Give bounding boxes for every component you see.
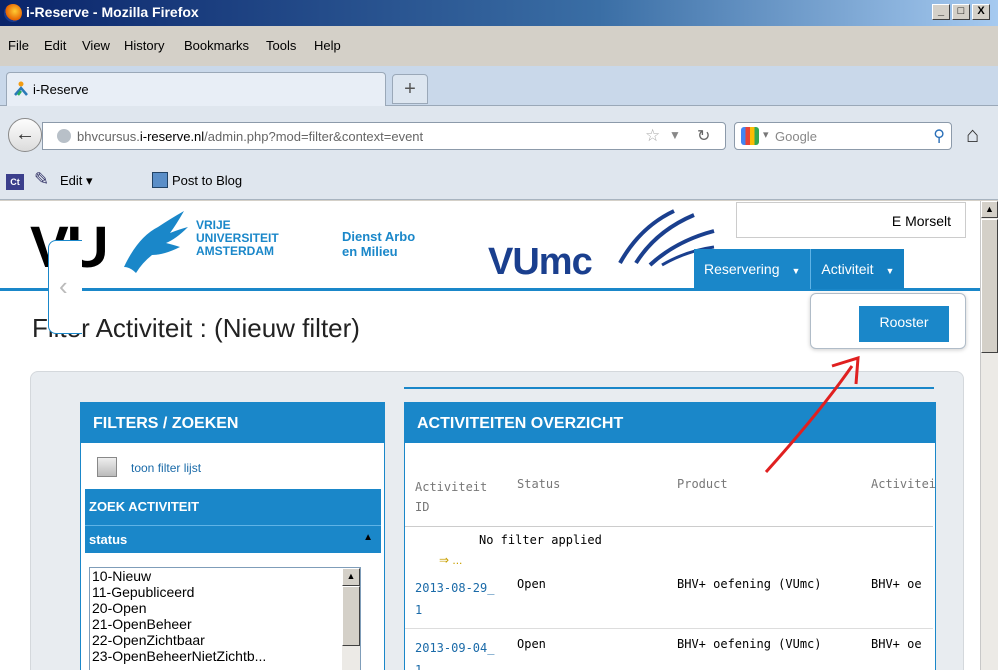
table-row[interactable]: 2013-08-29_ 1 Open BHV+ oefening (VUmc) … (405, 569, 933, 629)
status-label: status (89, 532, 128, 547)
status-listbox[interactable]: 10-Nieuw 11-Gepubliceerd 20-Open 21-Open… (89, 567, 361, 670)
row-product: BHV+ oefening (VUmc) (677, 637, 822, 651)
tab-i-reserve[interactable]: i-Reserve (6, 72, 386, 106)
window-titlebar: i-Reserve - Mozilla Firefox _ □ X (0, 0, 998, 26)
column-status[interactable]: Status (517, 477, 560, 491)
nav-activiteit[interactable]: Activiteit ▼ (810, 249, 905, 289)
sidebar-toggle[interactable]: ‹ (48, 240, 82, 334)
list-item[interactable]: 10-Nieuw (90, 568, 360, 584)
scroll-thumb[interactable] (342, 586, 360, 646)
post-to-blog-button[interactable]: Post to Blog (172, 173, 242, 188)
minimize-button[interactable]: _ (932, 4, 950, 20)
chevron-down-icon: ▼ (791, 266, 801, 276)
list-item[interactable]: 22-OpenZichtbaar (90, 632, 360, 648)
site-header: VU VRIJE UNIVERSITEIT AMSTERDAM Dienst A… (0, 201, 980, 291)
row-product: BHV+ oefening (VUmc) (677, 577, 822, 591)
user-name: E Morselt (891, 213, 951, 229)
row-status: Open (517, 577, 546, 591)
menu-tools[interactable]: Tools (266, 38, 296, 53)
column-product[interactable]: Product (677, 477, 728, 491)
user-box[interactable]: E Morselt (736, 202, 966, 238)
edit-icon: ✎ (34, 169, 50, 189)
menu-file[interactable]: File (8, 38, 29, 53)
google-icon[interactable] (741, 127, 759, 145)
maximize-button[interactable]: □ (952, 4, 970, 20)
activiteit-dropdown: Rooster (810, 293, 966, 349)
ct-icon[interactable]: Ct (6, 174, 24, 190)
scroll-up-icon[interactable]: ▲ (342, 568, 360, 586)
column-activiteit[interactable]: Activitei (871, 477, 936, 491)
filters-header: FILTERS / ZOEKEN (81, 403, 384, 443)
column-activiteit-id[interactable]: Activiteit ID (415, 477, 487, 517)
tab-strip: i-Reserve + (0, 66, 998, 106)
listbox-scrollbar[interactable]: ▲ (342, 568, 360, 670)
nav-reservering[interactable]: Reservering ▼ (694, 249, 810, 289)
list-item[interactable]: 20-Open (90, 600, 360, 616)
chevron-left-icon: ‹ (59, 271, 68, 301)
tab-label: i-Reserve (33, 82, 89, 97)
menu-bookmarks[interactable]: Bookmarks (184, 38, 249, 53)
university-name: VRIJE UNIVERSITEIT AMSTERDAM (196, 218, 279, 258)
list-item[interactable]: 23-OpenBeheerNietZichtb... (90, 648, 360, 664)
list-item[interactable]: 21-OpenBeheer (90, 616, 360, 632)
home-icon[interactable]: ⌂ (966, 122, 979, 148)
filter-arrow-icon[interactable]: ⇒ ... (439, 553, 462, 567)
list-item[interactable]: 11-Gepubliceerd (90, 584, 360, 600)
close-button[interactable]: X (972, 4, 990, 20)
row-activity: BHV+ oe (871, 577, 922, 591)
menu-view[interactable]: View (82, 38, 110, 53)
i-reserve-favicon (14, 81, 28, 96)
chevron-down-icon: ▼ (885, 266, 895, 276)
filters-panel: FILTERS / ZOEKEN toon filter lijst ZOEK … (80, 402, 385, 670)
row-status: Open (517, 637, 546, 651)
menu-edit[interactable]: Edit (44, 38, 66, 53)
post-to-blog-icon (152, 172, 168, 188)
new-tab-button[interactable]: + (392, 74, 428, 104)
griffin-logo-icon (124, 211, 188, 273)
main-nav: Reservering ▼ Activiteit ▼ (694, 249, 905, 289)
globe-icon (57, 129, 71, 143)
reload-icon[interactable]: ↻ (697, 126, 710, 146)
navigation-bar: bhvcursus.i-reserve.nl/admin.php?mod=fil… (0, 106, 998, 160)
row-id-link[interactable]: 2013-08-29_ 1 (415, 577, 494, 621)
firefox-icon (4, 4, 22, 22)
toon-filter-lijst-link[interactable]: toon filter lijst (131, 461, 201, 475)
bookmark-star-icon[interactable]: ☆ (645, 126, 660, 146)
scroll-thumb[interactable] (981, 219, 998, 353)
scroll-up-icon[interactable]: ▲ (981, 201, 998, 218)
zoek-activiteit-header: ZOEK ACTIVITEIT (85, 489, 381, 525)
department-name: Dienst Arbo en Milieu (342, 229, 416, 259)
edit-bookmark-button[interactable]: Edit ▾ (60, 173, 93, 189)
filter-list-icon (97, 457, 117, 477)
row-id-link[interactable]: 2013-09-04_ 1 (415, 637, 494, 670)
page-scrollbar[interactable]: ▲ (980, 201, 998, 670)
menu-bar: File Edit View History Bookmarks Tools H… (0, 26, 998, 66)
table-row[interactable]: 2013-09-04_ 1 Open BHV+ oefening (VUmc) … (405, 629, 933, 670)
bookmarks-toolbar: Ct ✎ Edit ▾ Post to Blog (0, 160, 998, 200)
no-filter-text: No filter applied (479, 533, 602, 547)
back-button[interactable]: ← (8, 118, 42, 152)
history-dropdown-icon[interactable]: ▼ (669, 128, 681, 142)
search-icon[interactable]: ⚲ (933, 126, 945, 146)
menu-item-rooster[interactable]: Rooster (859, 306, 949, 342)
url-bar[interactable]: bhvcursus.i-reserve.nl/admin.php?mod=fil… (42, 122, 726, 150)
search-bar[interactable]: ▾ Google ⚲ (734, 122, 952, 150)
collapse-icon[interactable]: ▲ (363, 532, 373, 543)
status-section[interactable]: status ▲ (85, 525, 381, 553)
search-engine-dropdown-icon[interactable]: ▾ (763, 128, 769, 141)
vumc-logo: VUmc (488, 241, 593, 283)
menu-help[interactable]: Help (314, 38, 341, 53)
row-activity: BHV+ oe (871, 637, 922, 651)
red-arrow-annotation (764, 355, 860, 474)
menu-history[interactable]: History (124, 38, 164, 53)
search-placeholder: Google (775, 129, 817, 144)
window-title: i-Reserve - Mozilla Firefox (26, 4, 199, 20)
url-text: bhvcursus.i-reserve.nl/admin.php?mod=fil… (77, 129, 424, 144)
